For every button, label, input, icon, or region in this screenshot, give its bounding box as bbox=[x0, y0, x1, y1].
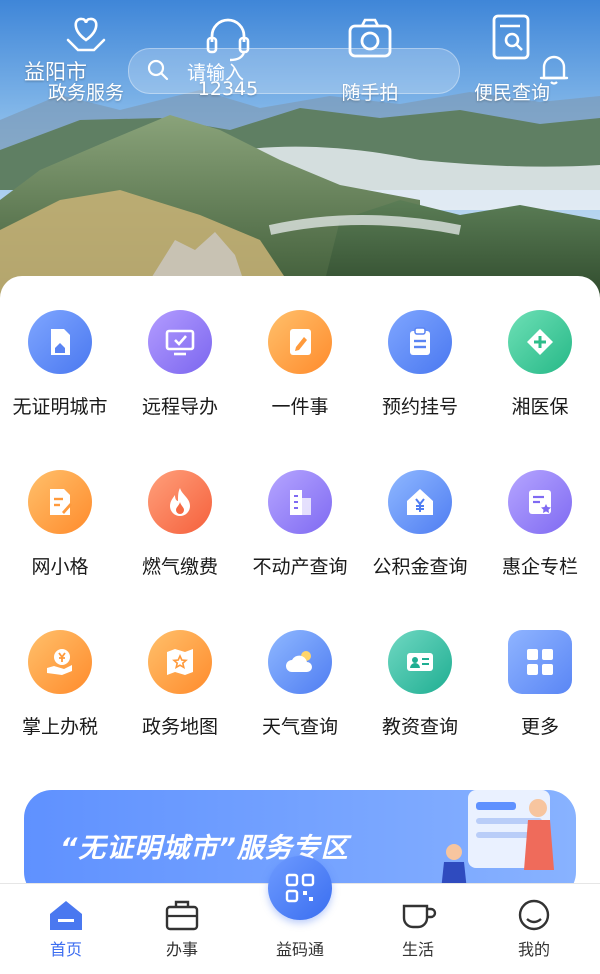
service-xiang-medical[interactable]: 湘医保 bbox=[480, 310, 600, 419]
notebook-pen-icon bbox=[290, 329, 311, 355]
service-label: 无证明城市 bbox=[12, 396, 108, 418]
service-more[interactable]: 更多 bbox=[480, 630, 600, 739]
cup-icon bbox=[402, 904, 437, 929]
tab-label: 我的 bbox=[517, 940, 550, 959]
qr-code-icon bbox=[285, 873, 315, 903]
briefcase-icon bbox=[165, 900, 199, 931]
service-no-proof-city[interactable]: 无证明城市 bbox=[0, 310, 120, 419]
weather-icon bbox=[286, 651, 312, 672]
service-grid-assistant[interactable]: 网小格 bbox=[0, 470, 120, 579]
service-mobile-tax[interactable]: 掌上办税 bbox=[0, 630, 120, 739]
hero-banner: 政务服务 12345 随手拍 便民查询 益阳市 请输入 bbox=[0, 0, 600, 300]
medical-cross-icon bbox=[527, 329, 553, 355]
tab-label: 生活 bbox=[401, 940, 434, 959]
service-label: 政务地图 bbox=[141, 716, 218, 738]
map-star-icon bbox=[167, 649, 193, 675]
document-home-icon bbox=[51, 329, 70, 355]
service-label: 湘医保 bbox=[511, 396, 569, 418]
service-label: 掌上办税 bbox=[21, 716, 98, 738]
service-label: 一件事 bbox=[271, 396, 329, 418]
document-search-icon bbox=[492, 14, 530, 60]
service-one-thing[interactable]: 一件事 bbox=[240, 310, 360, 419]
user-face-icon bbox=[518, 899, 550, 931]
service-label: 燃气缴费 bbox=[141, 556, 218, 578]
city-selector[interactable]: 益阳市 bbox=[24, 56, 87, 86]
id-card-icon bbox=[407, 653, 433, 671]
service-housing-fund[interactable]: 公积金查询 bbox=[360, 470, 480, 579]
search-input[interactable]: 请输入 bbox=[128, 48, 460, 94]
bell-icon[interactable] bbox=[538, 52, 570, 86]
house-yen-icon bbox=[407, 489, 433, 515]
service-label: 远程导办 bbox=[141, 396, 218, 418]
search-icon bbox=[147, 59, 169, 81]
service-remote-guide[interactable]: 远程导办 bbox=[120, 310, 240, 419]
tab-affairs[interactable]: 办事 bbox=[122, 884, 242, 974]
service-teacher-qualification[interactable]: 教资查询 bbox=[360, 630, 480, 739]
tab-label: 首页 bbox=[49, 940, 82, 959]
building-icon bbox=[290, 490, 311, 515]
center-qr-button[interactable] bbox=[268, 856, 332, 920]
service-gov-map[interactable]: 政务地图 bbox=[120, 630, 240, 739]
tab-mine[interactable]: 我的 bbox=[474, 884, 594, 974]
service-label: 天气查询 bbox=[261, 716, 338, 738]
tab-home[interactable]: 首页 bbox=[6, 884, 126, 974]
monitor-check-icon bbox=[165, 329, 195, 356]
service-enterprise-column[interactable]: 惠企专栏 bbox=[480, 470, 600, 579]
clipboard-icon bbox=[410, 327, 430, 355]
service-label: 公积金查询 bbox=[372, 556, 468, 578]
service-label: 网小格 bbox=[31, 556, 89, 578]
service-gas-payment[interactable]: 燃气缴费 bbox=[120, 470, 240, 579]
bottom-tab-bar: 首页 办事 益码通 生活 我的 bbox=[0, 856, 600, 974]
doc-edit-icon bbox=[50, 489, 72, 515]
service-label: 不动产查询 bbox=[252, 556, 348, 578]
hand-coin-icon bbox=[47, 649, 72, 675]
tab-life[interactable]: 生活 bbox=[358, 884, 478, 974]
service-label: 教资查询 bbox=[381, 716, 458, 738]
service-label: 更多 bbox=[520, 716, 559, 738]
service-label: 预约挂号 bbox=[381, 396, 458, 418]
grid-more-icon bbox=[527, 649, 553, 675]
service-appointment[interactable]: 预约挂号 bbox=[360, 310, 480, 419]
flame-icon bbox=[170, 488, 190, 516]
search-placeholder: 请输入 bbox=[187, 62, 245, 84]
tab-label: 办事 bbox=[165, 940, 198, 959]
service-real-estate[interactable]: 不动产查询 bbox=[240, 470, 360, 579]
service-label: 惠企专栏 bbox=[501, 556, 578, 578]
service-weather[interactable]: 天气查询 bbox=[240, 630, 360, 739]
home-icon bbox=[50, 901, 82, 930]
card-star-icon bbox=[529, 490, 551, 514]
tab-label: 益码通 bbox=[275, 940, 324, 959]
